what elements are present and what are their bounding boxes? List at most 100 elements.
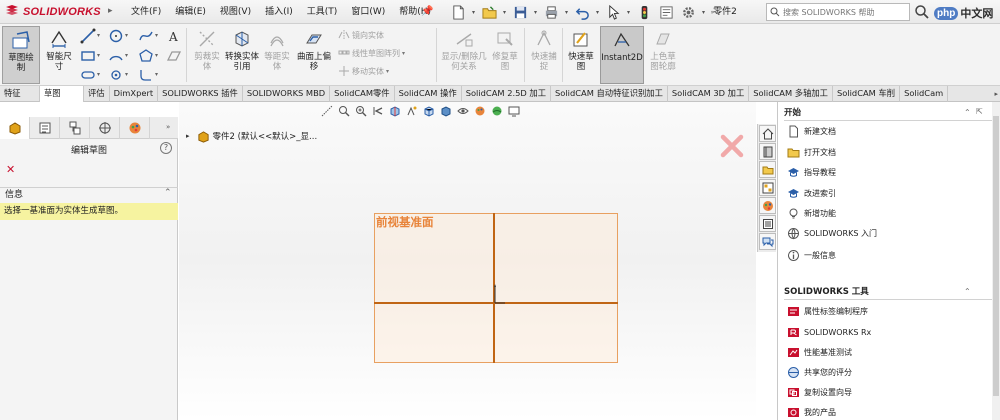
info-section-header[interactable]: 信息	[0, 187, 178, 202]
sketch-button[interactable]: 草图绘制	[2, 26, 40, 84]
menu-insert[interactable]: 插入(I)	[258, 0, 300, 24]
tab-view-palette[interactable]	[759, 179, 776, 196]
polygon-tool-dropdown[interactable]: ▾	[155, 52, 158, 59]
help-search-box[interactable]	[766, 3, 910, 21]
tree-expand-icon[interactable]: ▸	[186, 132, 190, 140]
feature-tree-root[interactable]: ▸ 零件2 (默认<<默认>_显...	[186, 129, 317, 143]
link-share-rating[interactable]: 共享您的评分	[787, 364, 852, 380]
link-getting-started[interactable]: SOLIDWORKS 入门	[787, 225, 877, 241]
open-document-dropdown[interactable]: ▾	[501, 9, 508, 16]
tab-solidcam-turning[interactable]: SolidCAM 车削	[833, 86, 901, 102]
menu-file[interactable]: 文件(F)	[124, 0, 168, 24]
tab-sketch[interactable]: 草图	[40, 86, 84, 102]
tab-feature-manager[interactable]	[0, 117, 30, 139]
link-whats-new[interactable]: 新增功能	[787, 205, 836, 221]
help-icon[interactable]: ?	[160, 142, 172, 154]
menu-tools[interactable]: 工具(T)	[300, 0, 345, 24]
chevron-up-icon[interactable]: ⌃	[964, 287, 971, 296]
fillet-tool-dropdown[interactable]: ▾	[155, 71, 158, 78]
cancel-sketch-icon[interactable]	[718, 132, 746, 160]
smart-dimension-button[interactable]: 智能尺寸	[42, 26, 76, 84]
hide-show-items-button[interactable]	[456, 104, 470, 118]
help-search-input[interactable]	[783, 7, 907, 17]
zoom-selection-button[interactable]	[354, 104, 368, 118]
undo-dropdown[interactable]: ▾	[594, 9, 601, 16]
search-scope-icon[interactable]	[767, 7, 783, 17]
rectangle-tool-icon[interactable]	[80, 48, 96, 64]
tab-solidcam-part[interactable]: SolidCAM零件	[330, 86, 395, 102]
quick-snaps-button[interactable]: 快速捕捉	[528, 26, 560, 84]
repair-sketch-button[interactable]: 修复草图	[488, 26, 522, 84]
spline-tool-icon[interactable]	[138, 28, 154, 44]
arc-tool-dropdown[interactable]: ▾	[125, 52, 128, 59]
dynamic-annotation-button[interactable]	[405, 104, 419, 118]
link-general-info[interactable]: 一般信息	[787, 247, 836, 263]
menu-view[interactable]: 视图(V)	[213, 0, 258, 24]
tab-solidcam-more[interactable]: SolidCam	[900, 86, 949, 102]
display-style-button[interactable]	[439, 104, 453, 118]
slot-tool-icon[interactable]	[80, 67, 96, 83]
zoom-to-fit-button[interactable]	[320, 104, 334, 118]
line-tool-icon[interactable]	[80, 28, 96, 44]
section-start-header[interactable]: 开始	[784, 105, 994, 121]
link-new-document[interactable]: 新建文档	[787, 123, 836, 139]
menu-window[interactable]: 窗口(W)	[344, 0, 392, 24]
file-properties-button[interactable]	[656, 2, 676, 22]
rectangle-tool-dropdown[interactable]: ▾	[97, 52, 100, 59]
tab-custom-properties[interactable]	[759, 215, 776, 232]
tab-solidcam-afrm[interactable]: SolidCAM 自动特征识别加工	[551, 86, 668, 102]
linear-pattern-button[interactable]: 线性草图阵列 ▾	[338, 46, 405, 60]
tab-design-library[interactable]	[759, 143, 776, 160]
offset-on-surface-button[interactable]: 曲面上偏移	[294, 26, 334, 84]
tab-solidworks-addins[interactable]: SOLIDWORKS 插件	[158, 86, 243, 102]
link-solidworks-rx[interactable]: SOLIDWORKS Rx	[787, 324, 871, 340]
select-button[interactable]	[603, 2, 623, 22]
arc-tool-icon[interactable]	[108, 48, 124, 64]
text-tool-icon[interactable]: A	[166, 28, 182, 44]
offset-entities-button[interactable]: 等距实体	[260, 26, 294, 84]
menu-expand-icon[interactable]: ▸	[108, 6, 113, 16]
link-copy-settings-wizard[interactable]: 复制设置向导	[787, 384, 852, 400]
shaded-sketch-button[interactable]: 上色草图轮廓	[646, 26, 680, 84]
section-tools-header[interactable]: SOLIDWORKS 工具	[784, 284, 994, 300]
link-my-products[interactable]: 我的产品	[787, 404, 836, 420]
tab-solidcam-operations[interactable]: SolidCAM 操作	[395, 86, 462, 102]
new-document-button[interactable]	[448, 2, 468, 22]
move-entities-dropdown[interactable]: ▾	[386, 68, 389, 75]
tab-forum[interactable]	[759, 233, 776, 250]
view-settings-button[interactable]	[507, 104, 521, 118]
link-property-tab-builder[interactable]: 属性标签编制程序	[787, 303, 868, 319]
link-improve-index[interactable]: 改进索引	[787, 185, 836, 201]
section-view-button[interactable]	[388, 104, 402, 118]
tab-solidcam-25d[interactable]: SolidCAM 2.5D 加工	[462, 86, 552, 102]
tabs-scroll-right-icon[interactable]: ▸	[994, 86, 998, 102]
link-tutorials[interactable]: 指导教程	[787, 164, 836, 180]
manager-tabs-more-icon[interactable]: »	[166, 123, 170, 131]
tab-solidcam-multiaxis[interactable]: SolidCAM 多轴加工	[749, 86, 833, 102]
spline-tool-dropdown[interactable]: ▾	[155, 32, 158, 39]
polygon-tool-icon[interactable]	[138, 48, 154, 64]
tab-solidworks-resources[interactable]	[759, 125, 776, 142]
search-icon[interactable]	[914, 4, 930, 20]
trim-entities-button[interactable]: 剪裁实体	[190, 26, 224, 84]
line-tool-dropdown[interactable]: ▾	[97, 32, 100, 39]
new-document-dropdown[interactable]: ▾	[470, 9, 477, 16]
view-orientation-button[interactable]	[422, 104, 436, 118]
move-entities-button[interactable]: 移动实体 ▾	[338, 64, 389, 78]
tab-features[interactable]: 特征	[0, 86, 40, 102]
linear-pattern-dropdown[interactable]: ▾	[402, 50, 405, 57]
task-pane-scrollbar-thumb[interactable]	[993, 116, 999, 396]
apply-scene-button[interactable]	[490, 104, 504, 118]
circle-tool-dropdown[interactable]: ▾	[125, 32, 128, 39]
display-relations-button[interactable]: 显示/删除几何关系	[440, 26, 488, 84]
app-logo[interactable]: SOLIDWORKS	[4, 3, 101, 21]
print-dropdown[interactable]: ▾	[563, 9, 570, 16]
rebuild-button[interactable]	[634, 2, 654, 22]
point-tool-icon[interactable]	[108, 67, 124, 83]
tab-display-manager[interactable]	[120, 117, 150, 139]
link-open-document[interactable]: 打开文档	[787, 144, 836, 160]
menu-edit[interactable]: 编辑(E)	[168, 0, 213, 24]
tab-property-manager[interactable]	[30, 117, 60, 139]
tab-configuration-manager[interactable]	[60, 117, 90, 139]
instant2d-button[interactable]: Instant2D	[600, 26, 644, 84]
